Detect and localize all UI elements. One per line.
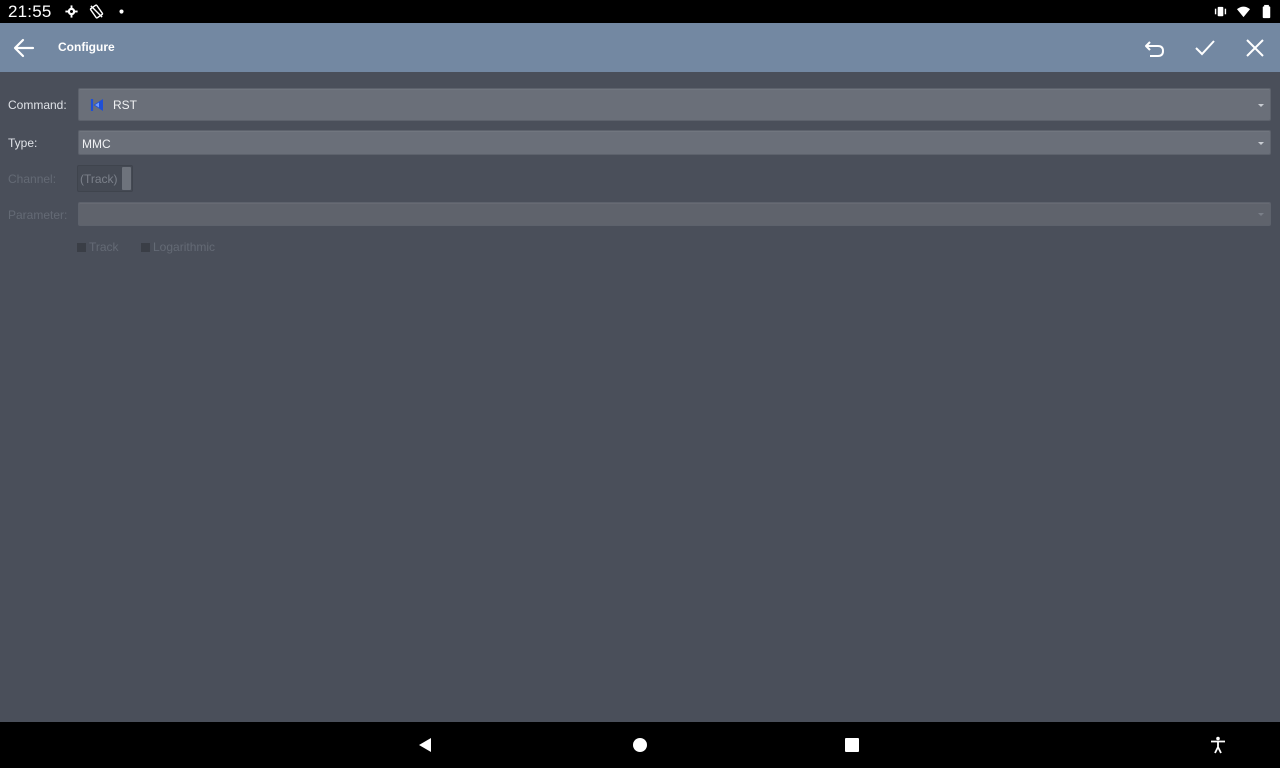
channel-label: Channel: xyxy=(8,172,57,186)
close-icon[interactable] xyxy=(1242,35,1268,61)
nav-home-icon[interactable] xyxy=(631,736,649,754)
battery-icon xyxy=(1262,4,1271,19)
checkbox-box[interactable] xyxy=(141,242,150,252)
vibrate-icon xyxy=(1214,6,1227,17)
rst-icon xyxy=(90,99,103,111)
parameter-label: Parameter: xyxy=(8,208,68,222)
status-right-icons xyxy=(1213,4,1274,19)
type-select[interactable]: MMC xyxy=(78,130,1271,155)
page-title: Configure xyxy=(58,40,115,54)
spinner-arrows-icon[interactable] xyxy=(122,167,131,190)
notification-dot-icon xyxy=(119,9,124,14)
auto-rotate-off-icon xyxy=(89,4,104,19)
notification-gear-icon xyxy=(65,5,78,18)
command-value: RST xyxy=(113,98,137,112)
track-checkbox[interactable]: Track xyxy=(77,240,119,254)
app-bar: Configure xyxy=(0,23,1280,72)
logarithmic-checkbox[interactable]: Logarithmic xyxy=(141,240,215,254)
parameter-select[interactable] xyxy=(78,202,1271,226)
check-icon[interactable] xyxy=(1192,35,1218,61)
chevron-down-icon xyxy=(1258,213,1264,216)
type-value: MMC xyxy=(82,137,111,151)
back-arrow-icon[interactable] xyxy=(11,35,37,61)
status-time: 21:55 xyxy=(8,2,52,21)
checkbox-label: Track xyxy=(89,240,119,254)
status-bar: 21:55 xyxy=(0,0,1280,23)
nav-back-icon[interactable] xyxy=(416,736,434,754)
channel-spinner[interactable]: (Track) xyxy=(77,165,133,192)
channel-value: (Track) xyxy=(80,172,118,186)
wifi-icon xyxy=(1236,6,1251,18)
checkbox-label: Logarithmic xyxy=(153,240,216,254)
nav-recents-icon[interactable] xyxy=(843,736,861,754)
chevron-down-icon xyxy=(1258,142,1264,145)
nav-bar xyxy=(0,722,1280,768)
undo-icon[interactable] xyxy=(1142,35,1168,61)
command-label: Command: xyxy=(8,98,67,112)
accessibility-icon[interactable] xyxy=(1209,736,1227,754)
checkbox-box[interactable] xyxy=(77,242,86,252)
type-label: Type: xyxy=(8,136,38,150)
status-left-icons xyxy=(64,4,129,19)
command-select[interactable]: RST xyxy=(78,88,1271,121)
chevron-down-icon xyxy=(1258,104,1264,107)
